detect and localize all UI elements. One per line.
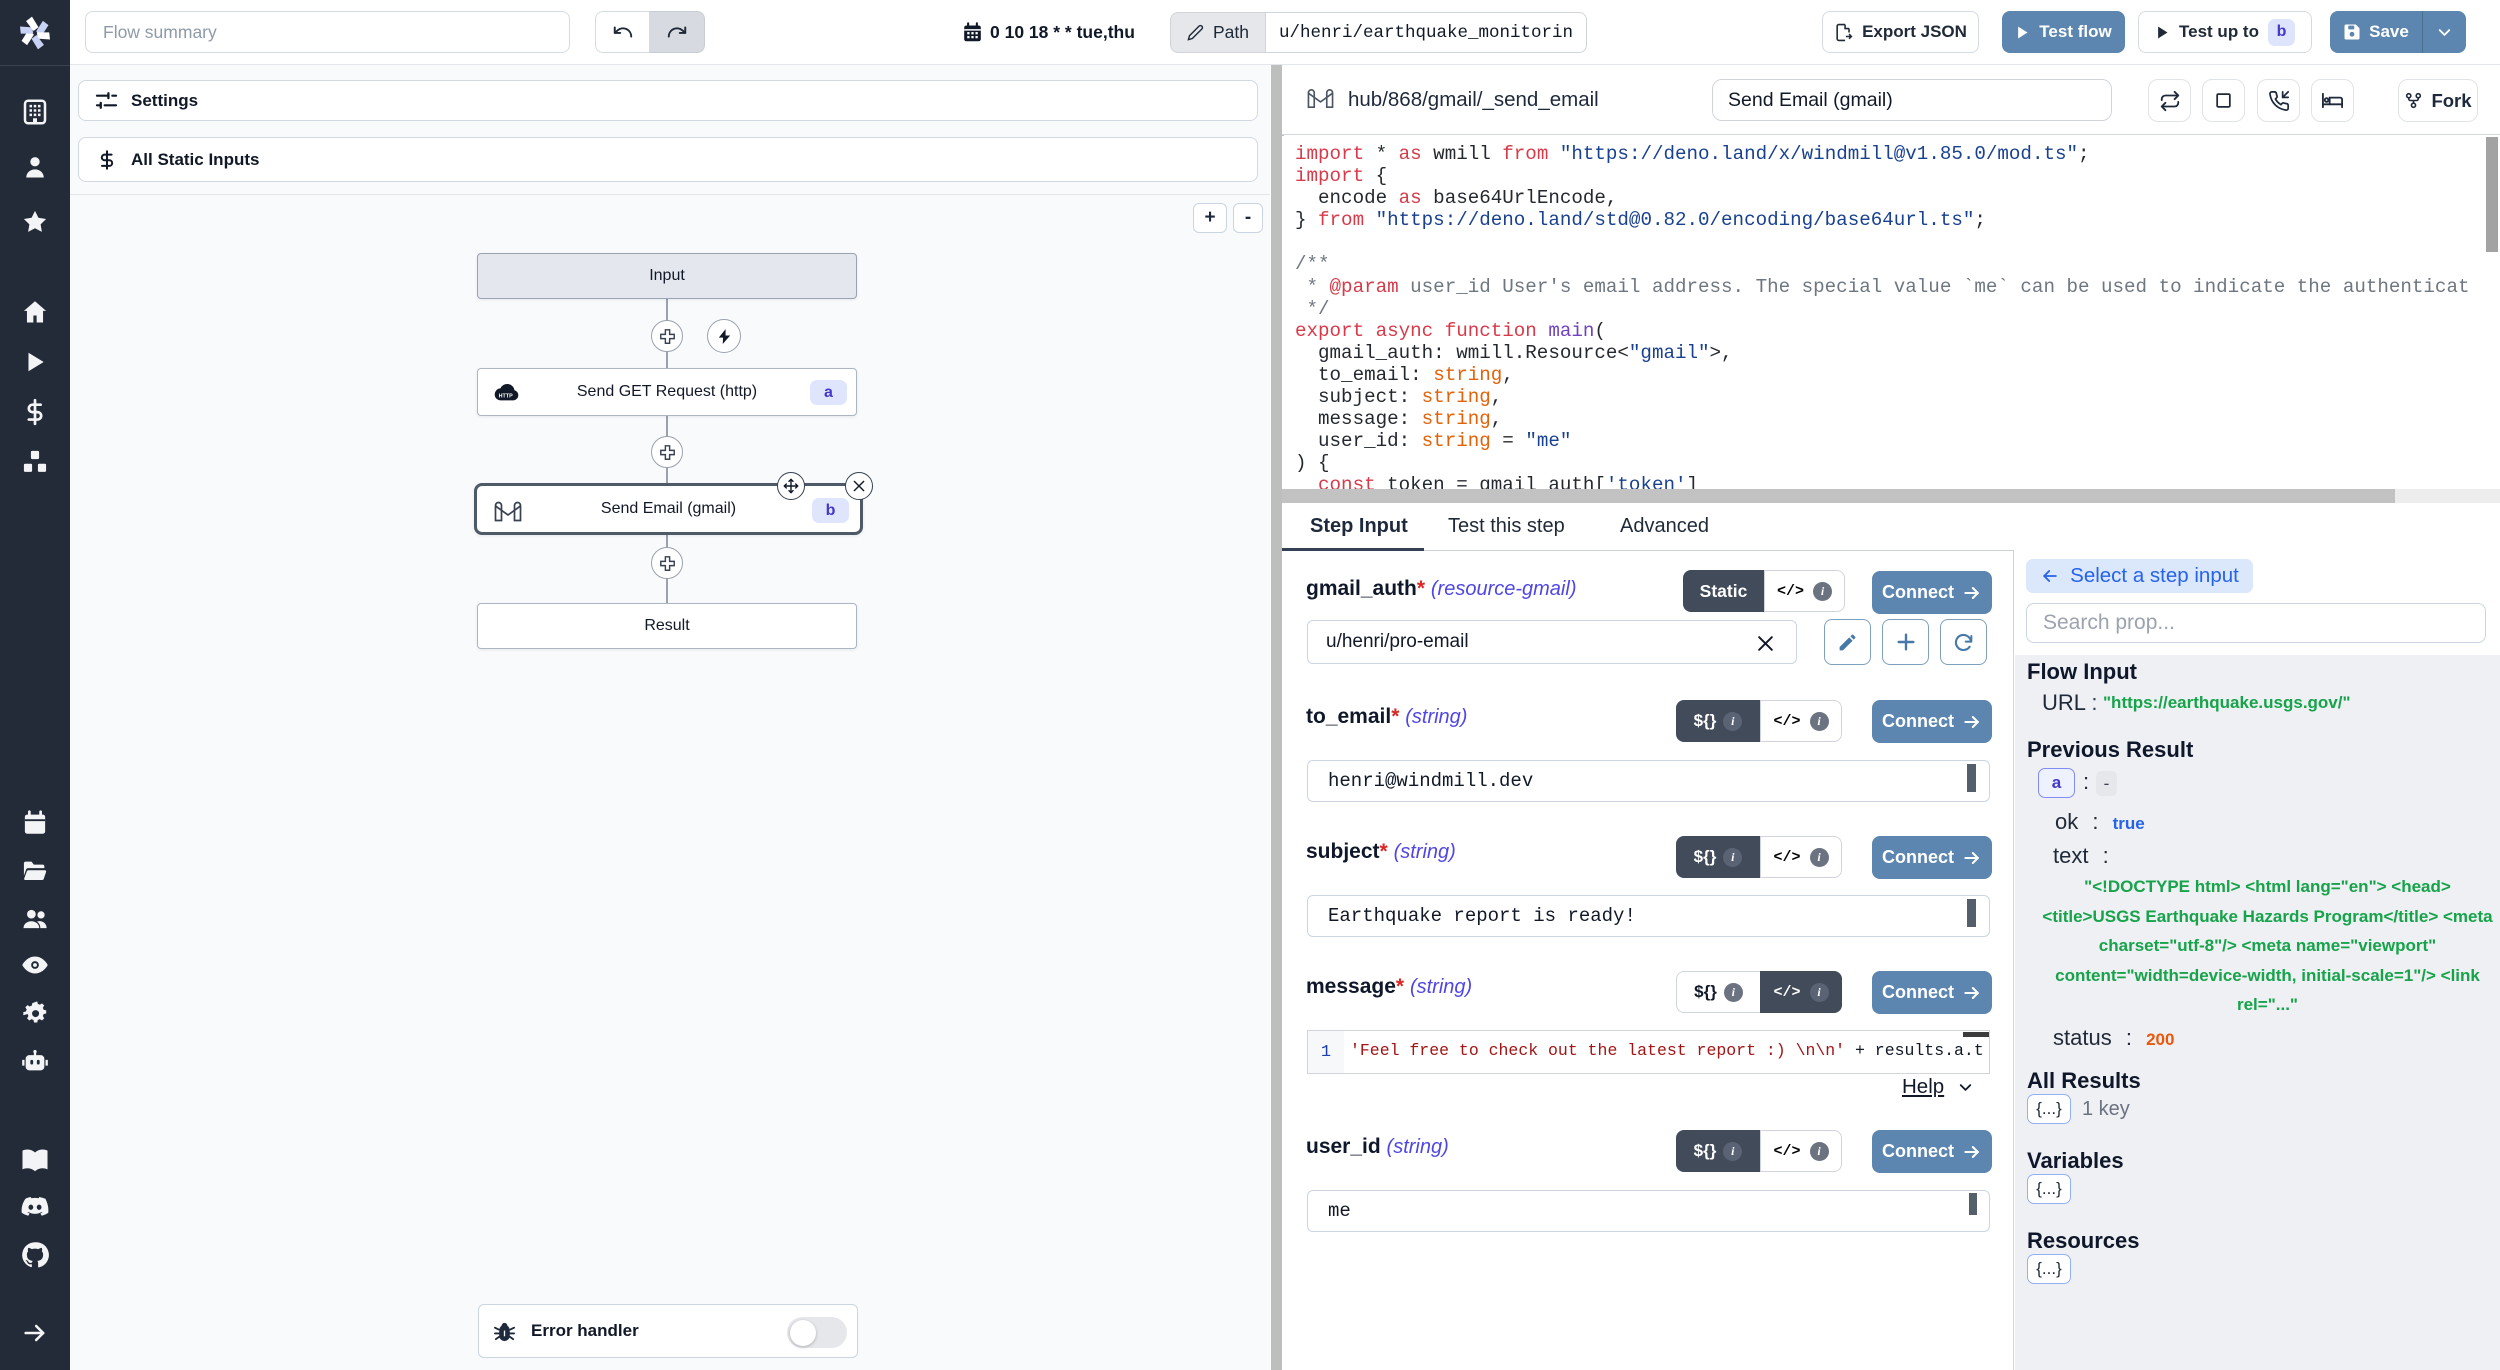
svg-text:HTTP: HTTP <box>499 393 513 399</box>
